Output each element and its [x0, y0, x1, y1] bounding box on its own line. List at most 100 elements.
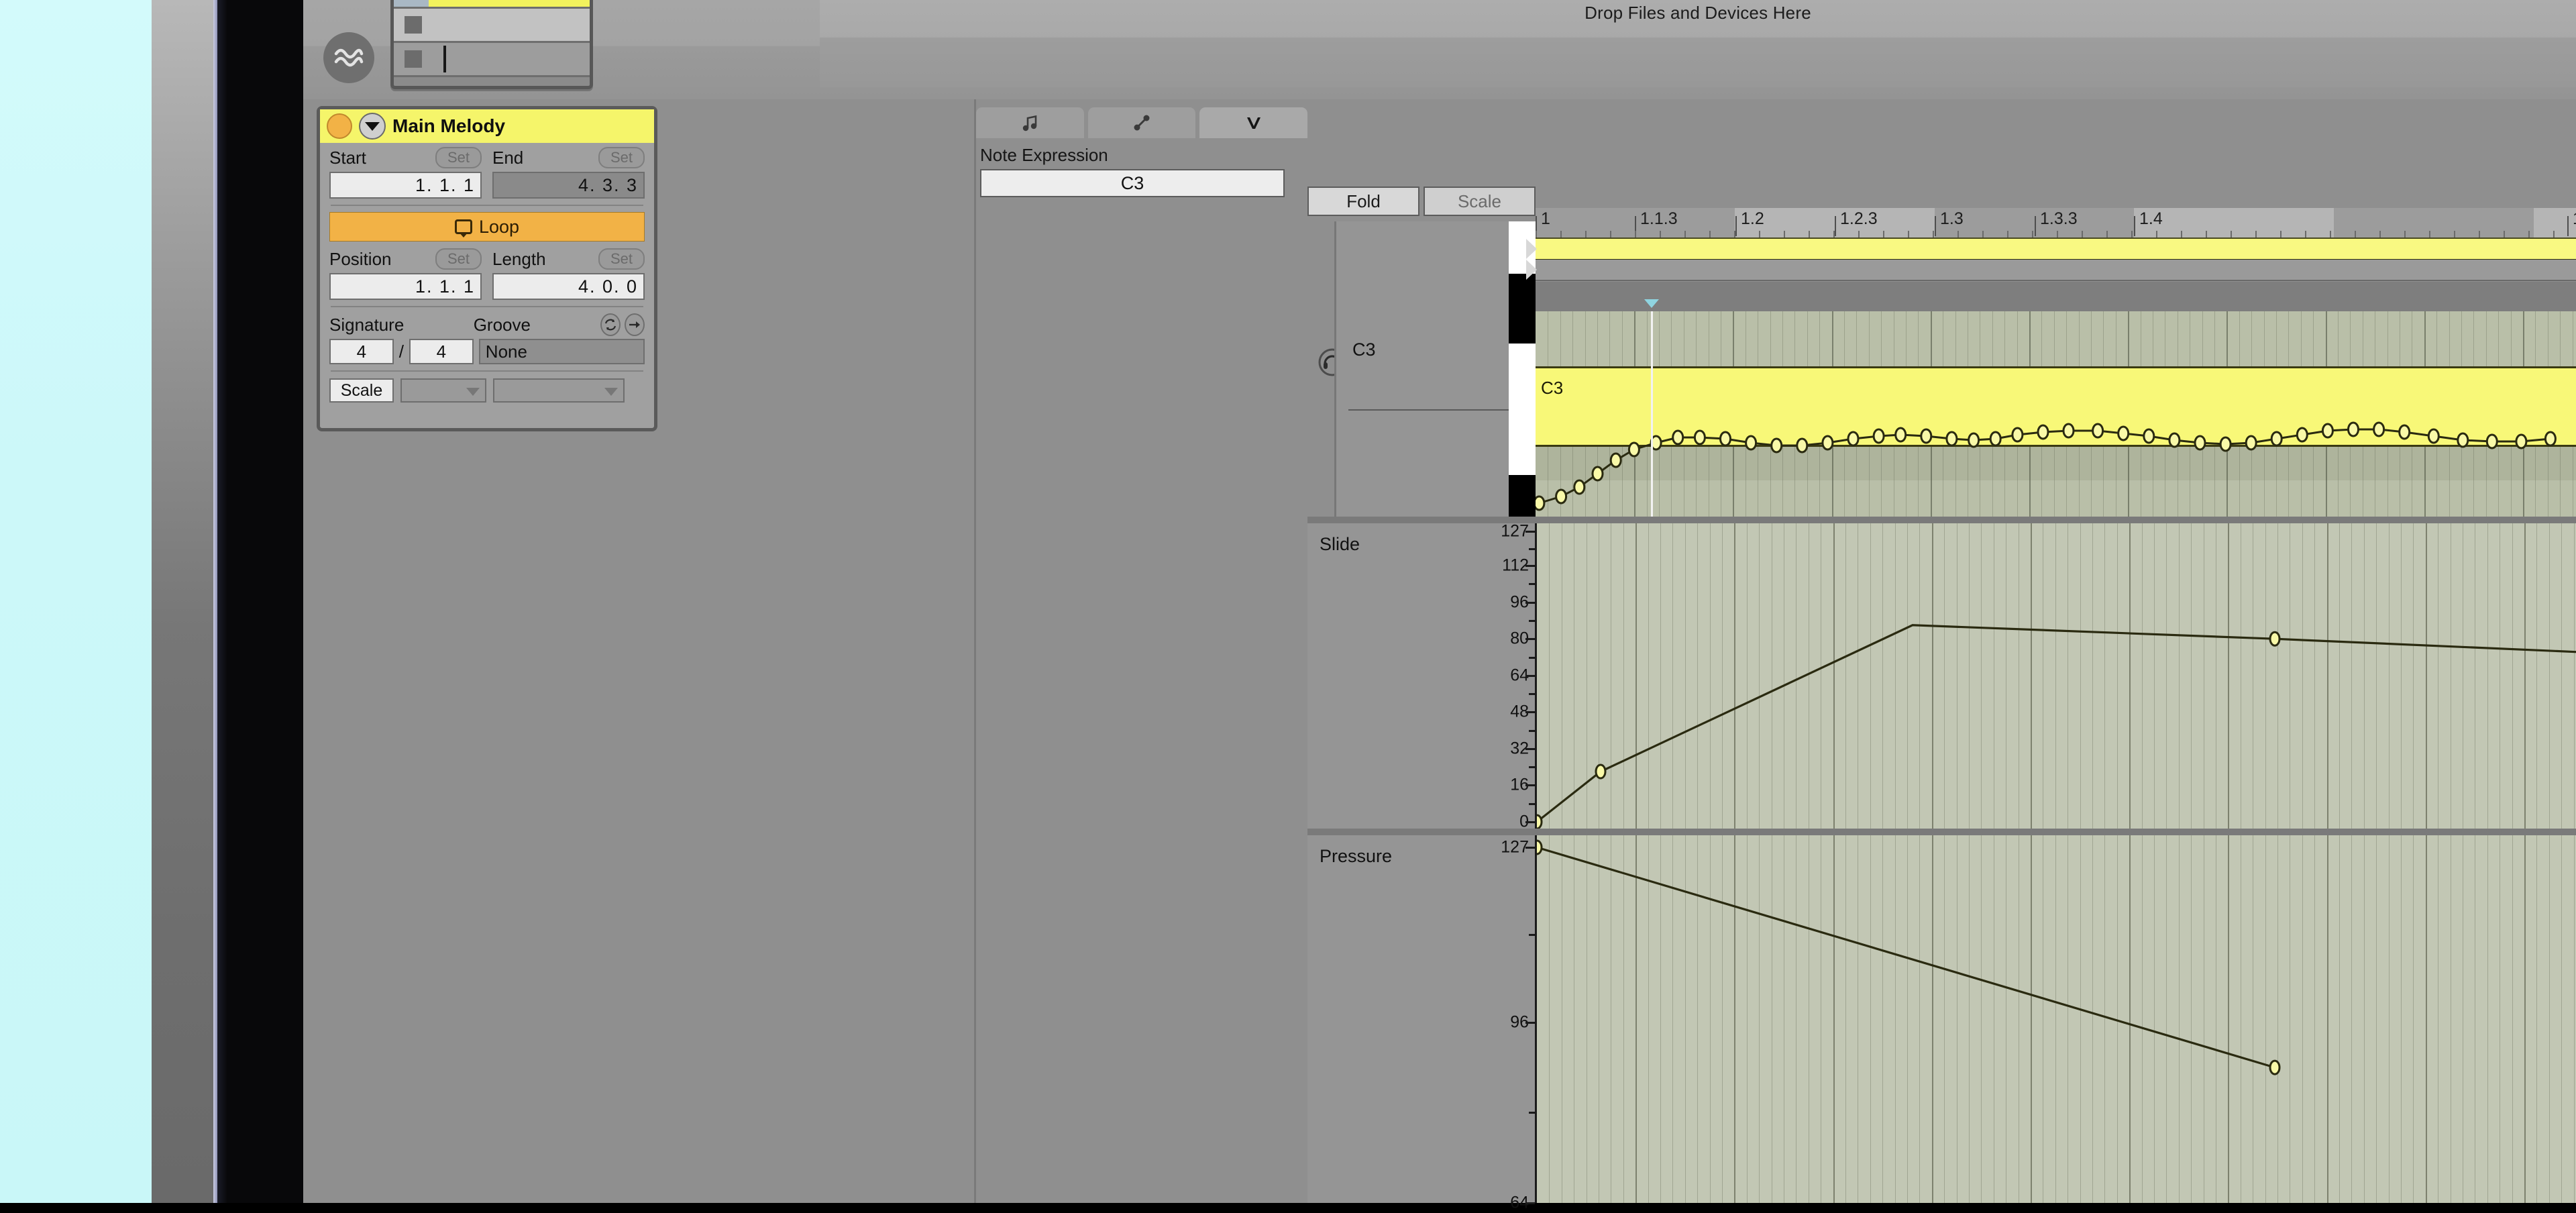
- position-row: Position Set: [329, 248, 482, 270]
- clip-title: Main Melody: [392, 115, 506, 136]
- timeline-minor-tick: [2131, 231, 2133, 238]
- note-expression-panel: Note Expression C3: [974, 99, 1308, 1203]
- start-value-field[interactable]: 1. 1. 1: [329, 172, 482, 199]
- lane-separator: [1307, 829, 2576, 835]
- timeline-minor-tick: [1784, 231, 1785, 238]
- timeline-tick-label: 1.1.3: [1640, 209, 1678, 228]
- timeline-tick-label: 1.3.3: [2040, 209, 2078, 228]
- timeline-minor-tick: [2082, 231, 2083, 238]
- axis-tick-label: 96: [1510, 1012, 1529, 1032]
- slide-curve[interactable]: [1537, 523, 2576, 829]
- slide-lane-plot[interactable]: [1537, 523, 2576, 829]
- axis-tick: [1525, 601, 1535, 604]
- scale-button[interactable]: Scale: [1424, 187, 1536, 216]
- axis-minor-tick: [1529, 1112, 1535, 1114]
- black-key[interactable]: [1509, 274, 1536, 344]
- text-caret: [443, 46, 446, 72]
- axis-tick-label: 80: [1510, 629, 1529, 648]
- loop-label: Loop: [478, 216, 520, 237]
- axis-tick: [1525, 747, 1535, 750]
- axis-tick: [1525, 847, 1535, 849]
- axis-tick-label: 64: [1510, 666, 1529, 685]
- clip-loop-bars: [1526, 238, 2576, 281]
- timeline-minor-tick: [1560, 231, 1562, 238]
- scale-root-dropdown[interactable]: [400, 378, 486, 403]
- signature-numerator-field[interactable]: 4: [329, 339, 394, 364]
- timeline-minor-tick: [1709, 231, 1711, 238]
- clip-region-bar[interactable]: [1526, 238, 2576, 261]
- axis-minor-tick: [1529, 619, 1535, 622]
- loop-region-bar[interactable]: [1526, 260, 2576, 281]
- divider: [331, 205, 643, 206]
- timeline-minor-tick: [2231, 231, 2232, 238]
- timeline-minor-tick: [1635, 231, 1636, 238]
- start-label: Start: [329, 147, 366, 168]
- position-set-button[interactable]: Set: [435, 248, 482, 270]
- drop-files-zone[interactable]: Drop Files and Devices Here: [820, 0, 2576, 87]
- clip-title-bar[interactable]: Main Melody: [320, 109, 654, 143]
- tab-expression[interactable]: [1199, 107, 1308, 138]
- timeline-minor-tick: [2330, 231, 2331, 238]
- stop-button-icon[interactable]: [405, 50, 422, 68]
- timeline-minor-tick: [1684, 231, 1686, 238]
- axis-minor-tick: [1529, 656, 1535, 659]
- timeline-minor-tick: [2355, 231, 2356, 238]
- axis-tick-label: 96: [1510, 592, 1529, 612]
- loop-icon: [454, 219, 472, 238]
- fold-button[interactable]: Fold: [1307, 187, 1419, 216]
- timeline-tick-label: 1.: [2573, 209, 2576, 229]
- playhead-marker-icon: [1644, 299, 1659, 308]
- position-value-field[interactable]: 1. 1. 1: [329, 273, 482, 300]
- stop-button-icon[interactable]: [405, 16, 422, 34]
- timeline-tick: [2567, 216, 2569, 236]
- groove-apply-icon[interactable]: [624, 313, 645, 336]
- clip-start-marker[interactable]: [1526, 239, 1537, 259]
- timeline-minor-tick: [1908, 231, 1909, 238]
- length-set-button[interactable]: Set: [598, 248, 645, 270]
- timeline-tick-label: 1.4: [2139, 209, 2163, 228]
- timeline-minor-tick: [2479, 231, 2480, 238]
- signature-denominator-field[interactable]: 4: [409, 339, 474, 364]
- groove-commit-icon[interactable]: [600, 313, 621, 336]
- groove-value-field[interactable]: None: [478, 339, 645, 364]
- clip-slot-empty-dark[interactable]: [394, 43, 590, 77]
- timeline-tick: [1735, 216, 1737, 236]
- axis-tick-label: 64: [1510, 1193, 1529, 1212]
- end-set-button[interactable]: Set: [598, 147, 645, 168]
- timeline-minor-tick: [2404, 231, 2406, 238]
- tab-envelopes[interactable]: [1087, 107, 1196, 138]
- wave-icon[interactable]: [323, 32, 374, 83]
- clip-collapse-icon[interactable]: [359, 113, 386, 140]
- scale-toggle-button[interactable]: Scale: [329, 378, 394, 403]
- pressure-curve[interactable]: [1537, 835, 2576, 1203]
- black-key[interactable]: [1509, 475, 1536, 517]
- tab-notes[interactable]: [976, 107, 1084, 138]
- note-name-column: C3: [1334, 221, 1511, 517]
- clip-color-dot[interactable]: [327, 113, 352, 139]
- axis-tick: [1525, 638, 1535, 641]
- note-grid[interactable]: C3: [1536, 311, 2576, 517]
- pressure-lane-plot[interactable]: [1537, 835, 2576, 1203]
- clip-slot-selected[interactable]: [394, 0, 590, 9]
- clip-slot-stack: [390, 0, 593, 89]
- start-set-button[interactable]: Set: [435, 147, 482, 168]
- loop-toggle-button[interactable]: Loop: [329, 212, 645, 242]
- timeline-minor-tick: [2057, 231, 2058, 238]
- axis-minor-tick: [1529, 583, 1535, 586]
- note-expression-selected-note[interactable]: C3: [980, 169, 1285, 197]
- axis-tick: [1525, 1202, 1535, 1204]
- position-label: Position: [329, 248, 392, 269]
- timeline-tick-label: 1: [1541, 209, 1550, 228]
- scale-name-dropdown[interactable]: [493, 378, 625, 403]
- end-value-field[interactable]: 4. 3. 3: [492, 172, 645, 199]
- loop-start-marker[interactable]: [1526, 260, 1537, 280]
- clip-slot-color-bar: [394, 0, 429, 7]
- clip-slot-empty-light[interactable]: [394, 9, 590, 43]
- axis-minor-tick: [1529, 547, 1535, 550]
- length-value-field[interactable]: 4. 0. 0: [492, 273, 645, 300]
- pitch-expression-curve[interactable]: [1536, 311, 2576, 517]
- axis-tick-label: 127: [1501, 521, 1529, 541]
- timeline-minor-tick: [2528, 231, 2530, 238]
- length-row: Length Set: [492, 248, 645, 270]
- axis-tick: [1525, 565, 1535, 568]
